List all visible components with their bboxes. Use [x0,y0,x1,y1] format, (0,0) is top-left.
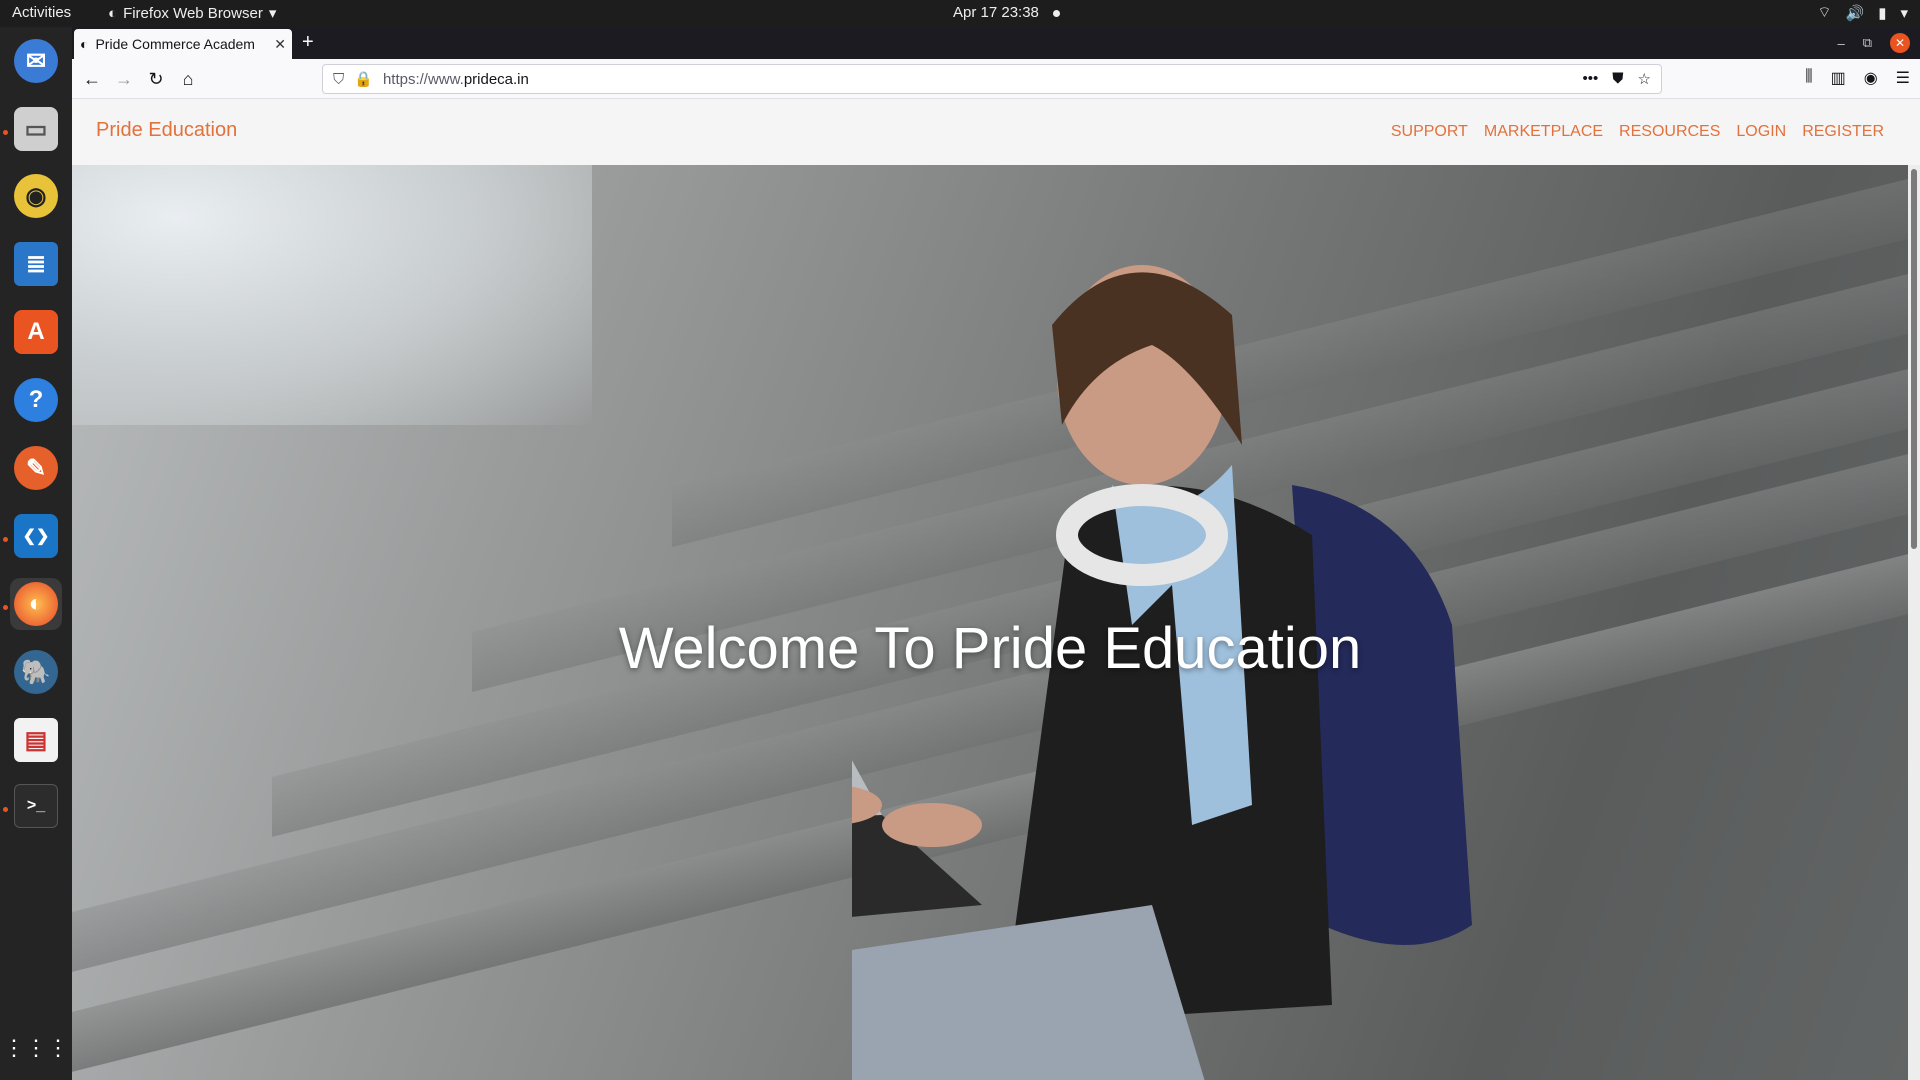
app-menu-label: Firefox Web Browser [123,4,263,22]
volume-icon: 🔊 [1845,4,1865,22]
tab-active[interactable]: ◐ Pride Commerce Academ ✕ [74,29,292,59]
dock-help[interactable]: ? [10,374,62,426]
dock-firefox[interactable]: ◐ [10,578,62,630]
dock-vscode[interactable]: ❮❯ [10,510,62,562]
back-button[interactable]: ← [80,67,104,91]
running-indicator [3,130,8,135]
scrollbar-thumb[interactable] [1911,169,1917,549]
chevron-down-icon: ▾ [1900,4,1908,22]
dock-writer[interactable]: ≣ [10,238,62,290]
site-favicon-icon: ◐ [80,36,89,52]
toolbar-right: ⫼ ▥ ◉ ☰ [1805,68,1910,88]
tracking-shield-icon[interactable]: ⛉ [333,71,344,88]
library-icon[interactable]: ⫼ [1805,68,1812,88]
nav-bar: ← → ↻ ⌂ ⛉ 🔒 https://www.prideca.in ••• ⛊… [72,59,1920,99]
app-menu[interactable]: ◐ Firefox Web Browser ▾ [108,4,277,23]
rhythmbox-icon: ◉ [14,174,58,218]
firefox-window: ◐ Pride Commerce Academ ✕ + – ⧉ ✕ ← → ↻ … [72,27,1920,1080]
firefox-icon: ◐ [14,582,58,626]
hero-banner: Welcome To Pride Education [72,165,1908,1080]
new-tab-button[interactable]: + [302,31,314,54]
page-actions-icon[interactable]: ••• [1583,70,1599,88]
menu-resources[interactable]: RESOURCES [1619,123,1720,141]
writer-icon: ≣ [14,242,58,286]
lock-icon[interactable]: 🔒 [354,70,373,88]
tab-bar: ◐ Pride Commerce Academ ✕ + – ⧉ ✕ [72,27,1920,59]
minimize-button[interactable]: – [1837,36,1844,51]
url-bar[interactable]: ⛉ 🔒 https://www.prideca.in ••• ⛊ ☆ [322,64,1662,94]
running-indicator [3,537,8,542]
menu-register[interactable]: REGISTER [1802,123,1884,141]
dock: ✉ ▭ ◉ ≣ A ? ✎ ❮❯ ◐ 🐘 ▤ >_ ⋮⋮⋮ [0,27,72,1080]
apps-grid-icon: ⋮⋮⋮ [3,1035,69,1060]
menu-marketplace[interactable]: MARKETPLACE [1484,123,1603,141]
running-indicator [3,807,8,812]
show-applications-button[interactable]: ⋮⋮⋮ [3,1022,69,1074]
hamburger-menu-icon[interactable]: ☰ [1896,68,1910,88]
site-navbar: Pride Education SUPPORT MARKETPLACE RESO… [72,99,1920,165]
postgres-icon: 🐘 [14,650,58,694]
inkscape-icon: ✎ [14,446,58,490]
terminal-icon: >_ [14,784,58,828]
notification-dot [1053,10,1060,17]
running-indicator [3,605,8,610]
dock-inkscape[interactable]: ✎ [10,442,62,494]
dock-postgres[interactable]: 🐘 [10,646,62,698]
wifi-icon: ⌔ [1817,4,1832,21]
web-page: Pride Education SUPPORT MARKETPLACE RESO… [72,99,1920,1080]
activities-button[interactable]: Activities [12,4,71,21]
gnome-top-bar: Activities ◐ Firefox Web Browser ▾ Apr 1… [0,0,1920,27]
dock-terminal[interactable]: >_ [10,780,62,832]
system-tray[interactable]: ⌔ 🔊 ▮ ▾ [1817,3,1908,22]
maximize-button[interactable]: ⧉ [1863,35,1872,51]
battery-icon: ▮ [1878,4,1887,22]
account-icon[interactable]: ◉ [1864,68,1878,88]
firefox-small-icon: ◐ [108,4,118,22]
close-tab-icon[interactable]: ✕ [274,36,286,53]
clock[interactable]: Apr 17 23:38 [953,4,1039,21]
forward-button[interactable]: → [112,67,136,91]
url-text: https://www.prideca.in [382,70,529,88]
url-actions: ••• ⛊ ☆ [1583,70,1651,88]
dock-software[interactable]: A [10,306,62,358]
chevron-down-icon: ▾ [268,5,277,22]
dock-thunderbird[interactable]: ✉ [10,35,62,87]
tab-title: Pride Commerce Academ [95,36,255,52]
vscode-icon: ❮❯ [14,514,58,558]
dock-document-viewer[interactable]: ▤ [10,714,62,766]
home-button[interactable]: ⌂ [176,67,200,91]
help-icon: ? [14,378,58,422]
page-scrollbar[interactable] [1908,165,1920,1080]
site-brand[interactable]: Pride Education [96,119,237,142]
menu-login[interactable]: LOGIN [1736,123,1786,141]
thunderbird-icon: ✉ [14,39,58,83]
menu-support[interactable]: SUPPORT [1391,123,1468,141]
hero-sky [72,165,592,425]
dock-rhythmbox[interactable]: ◉ [10,170,62,222]
pocket-icon[interactable]: ⛊ [1612,70,1623,88]
bookmark-star-icon[interactable]: ☆ [1638,70,1651,88]
software-icon: A [14,310,58,354]
site-menu: SUPPORT MARKETPLACE RESOURCES LOGIN REGI… [1391,123,1884,141]
reload-button[interactable]: ↻ [144,67,168,91]
files-icon: ▭ [14,107,58,151]
document-viewer-icon: ▤ [14,718,58,762]
window-controls: – ⧉ ✕ [1837,33,1910,53]
dock-files[interactable]: ▭ [10,103,62,155]
close-window-button[interactable]: ✕ [1890,33,1910,53]
sidebar-icon[interactable]: ▥ [1831,68,1846,88]
hero-title: Welcome To Pride Education [618,616,1362,681]
